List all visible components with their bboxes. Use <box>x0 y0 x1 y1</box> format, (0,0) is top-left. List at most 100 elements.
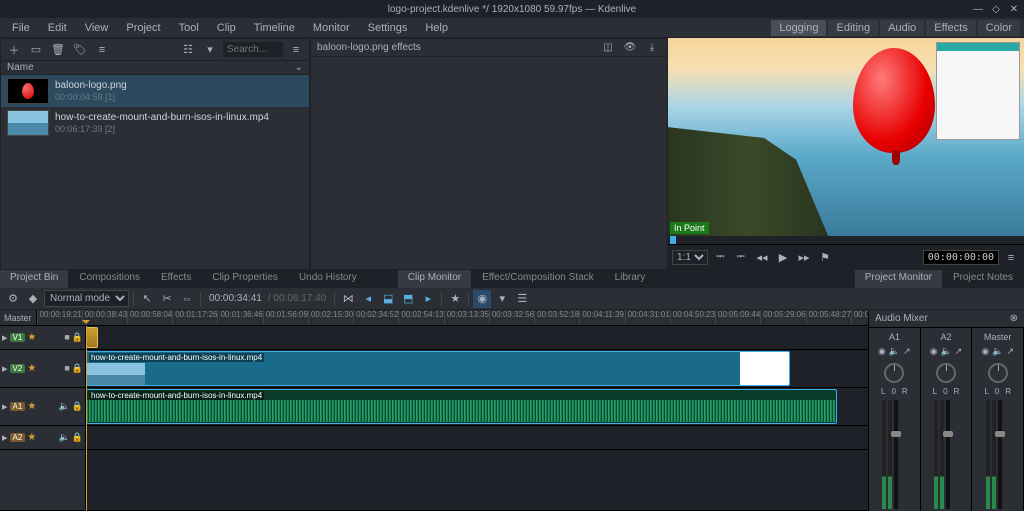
minimize-icon[interactable]: — <box>972 3 984 15</box>
menu-settings[interactable]: Settings <box>360 20 416 36</box>
options-icon[interactable]: ▾ <box>201 41 219 59</box>
star-icon[interactable]: ★ <box>27 332 36 343</box>
pan-knob[interactable] <box>936 363 956 383</box>
razor-tool-icon[interactable]: ✂ <box>158 290 176 308</box>
spacer-tool-icon[interactable]: ⇔ <box>178 290 196 308</box>
panel-tab-effects[interactable]: Effects <box>151 270 202 288</box>
panel-tab-project-monitor[interactable]: Project Monitor <box>855 270 943 288</box>
clip-baloon-logo[interactable] <box>86 327 98 348</box>
tag-icon[interactable]: 🏷 <box>71 41 89 59</box>
menu-timeline[interactable]: Timeline <box>246 20 303 36</box>
workspace-tab-logging[interactable]: Logging <box>771 20 826 36</box>
insert-icon[interactable]: ⬒ <box>399 290 417 308</box>
mute-video-icon[interactable]: ■ <box>64 363 69 374</box>
view-mode-icon[interactable]: ☷ <box>179 41 197 59</box>
menu-project[interactable]: Project <box>118 20 168 36</box>
clip-audio-main[interactable]: how-to-create-mount-and-burn-isos-in-lin… <box>86 389 837 424</box>
zone-in-icon[interactable]: ◂ <box>359 290 377 308</box>
bin-column-header[interactable]: Name ⌄ <box>1 61 309 75</box>
track-header-a1[interactable]: ▸ A1 ★ 🔈🔒 <box>0 388 86 425</box>
menu-edit[interactable]: Edit <box>40 20 75 36</box>
favorite-effects-icon[interactable]: ★ <box>446 290 464 308</box>
panel-tab-library[interactable]: Library <box>605 270 657 288</box>
mute-icon[interactable]: 🔈 <box>889 346 900 357</box>
mute-audio-icon[interactable]: 🔈 <box>59 432 70 443</box>
star-icon[interactable]: ★ <box>27 363 36 374</box>
track-header-v1[interactable]: ▸ V1 ★ ■🔒 <box>0 326 86 349</box>
set-out-icon[interactable]: ⭰ <box>732 249 750 267</box>
rec-icon[interactable]: ↗ <box>955 346 963 357</box>
master-track-header[interactable]: Master <box>0 310 37 325</box>
show-audio-icon[interactable]: ☰ <box>513 290 531 308</box>
pan-knob[interactable] <box>988 363 1008 383</box>
workspace-tab-color[interactable]: Color <box>978 20 1020 36</box>
mute-audio-icon[interactable]: 🔈 <box>59 401 70 412</box>
track-body-v2[interactable]: how-to-create-mount-and-burn-isos-in-lin… <box>86 350 868 387</box>
channel-fader[interactable] <box>882 400 906 509</box>
menu-view[interactable]: View <box>77 20 117 36</box>
workspace-tab-audio[interactable]: Audio <box>880 20 924 36</box>
set-in-icon[interactable]: ⭲ <box>711 249 729 267</box>
menu-help[interactable]: Help <box>417 20 456 36</box>
add-clip-icon[interactable]: ＋ <box>5 41 23 59</box>
expand-icon[interactable]: ▸ <box>2 362 8 375</box>
mute-icon[interactable]: 🔈 <box>941 346 952 357</box>
filter-icon[interactable]: ≡ <box>93 41 111 59</box>
clip-video-main[interactable]: how-to-create-mount-and-burn-isos-in-lin… <box>86 351 790 386</box>
panel-tab-clip-monitor[interactable]: Clip Monitor <box>398 270 472 288</box>
monitor-zone-ruler[interactable] <box>668 236 1024 244</box>
panel-tab-project-bin[interactable]: Project Bin <box>0 270 69 288</box>
rewind-icon[interactable]: ◂◂ <box>753 249 771 267</box>
folder-icon[interactable]: ▭ <box>27 41 45 59</box>
menu-monitor[interactable]: Monitor <box>305 20 358 36</box>
track-header-a2[interactable]: ▸ A2 ★ 🔈🔒 <box>0 426 86 449</box>
workspace-tab-editing[interactable]: Editing <box>828 20 878 36</box>
preview-render-icon[interactable]: ◉ <box>473 290 491 308</box>
split-view-icon[interactable]: ◫ <box>599 39 617 57</box>
lock-icon[interactable]: 🔒 <box>72 332 83 343</box>
delete-icon[interactable]: 🗑 <box>49 41 67 59</box>
pan-knob[interactable] <box>884 363 904 383</box>
edit-mode-select[interactable]: Normal mode <box>44 290 129 307</box>
zone-out-icon[interactable]: ▸ <box>419 290 437 308</box>
panel-tab-undo-history[interactable]: Undo History <box>289 270 368 288</box>
expand-icon[interactable]: ▸ <box>2 431 8 444</box>
expand-icon[interactable]: ▸ <box>2 400 8 413</box>
track-body-a1[interactable]: how-to-create-mount-and-burn-isos-in-lin… <box>86 388 868 425</box>
monitor-viewport[interactable]: In Point <box>668 38 1024 236</box>
star-icon[interactable]: ★ <box>27 432 36 443</box>
workspace-tab-effects[interactable]: Effects <box>926 20 975 36</box>
rec-icon[interactable]: ↗ <box>1006 346 1014 357</box>
lock-icon[interactable]: 🔒 <box>72 401 83 412</box>
bin-item[interactable]: baloon-logo.png00:00:04:59 [1] <box>1 75 309 107</box>
expand-icon[interactable]: ▸ <box>2 331 8 344</box>
close-icon[interactable]: ✕ <box>1008 3 1020 15</box>
channel-fader[interactable] <box>986 400 1010 509</box>
mute-icon[interactable]: 🔈 <box>992 346 1003 357</box>
menu-tool[interactable]: Tool <box>171 20 207 36</box>
close-icon[interactable]: ⊗ <box>1010 313 1018 324</box>
toggle-effects-icon[interactable]: 👁 <box>621 39 639 57</box>
mute-video-icon[interactable]: ■ <box>64 332 69 343</box>
track-compositing-icon[interactable]: ◆ <box>24 290 42 308</box>
bin-item[interactable]: how-to-create-mount-and-burn-isos-in-lin… <box>1 107 309 139</box>
mix-icon[interactable]: ⋈ <box>339 290 357 308</box>
overwrite-icon[interactable]: ⬓ <box>379 290 397 308</box>
track-body-v1[interactable] <box>86 326 868 349</box>
timeline-position-timecode[interactable]: 00:00:34:41 / 00:06:17:40 <box>205 293 330 304</box>
panel-tab-clip-properties[interactable]: Clip Properties <box>202 270 289 288</box>
solo-icon[interactable]: ◉ <box>981 346 989 357</box>
selection-tool-icon[interactable]: ↖ <box>138 290 156 308</box>
panel-tab-compositions[interactable]: Compositions <box>69 270 151 288</box>
solo-icon[interactable]: ◉ <box>930 346 938 357</box>
play-icon[interactable]: ▶ <box>774 249 792 267</box>
timeline-ruler[interactable]: 00:00:19:2100:00:38:4300:00:58:0400:01:1… <box>37 310 868 325</box>
channel-fader[interactable] <box>934 400 958 509</box>
monitor-timecode[interactable]: 00:00:00:00 <box>923 250 999 265</box>
menu-clip[interactable]: Clip <box>209 20 244 36</box>
add-marker-icon[interactable]: ⚑ <box>816 249 834 267</box>
gear-icon[interactable]: ⚙ <box>4 290 22 308</box>
maximize-icon[interactable]: ◇ <box>990 3 1002 15</box>
monitor-zoom-select[interactable]: 1:1 <box>672 250 708 265</box>
track-body-a2[interactable] <box>86 426 868 449</box>
